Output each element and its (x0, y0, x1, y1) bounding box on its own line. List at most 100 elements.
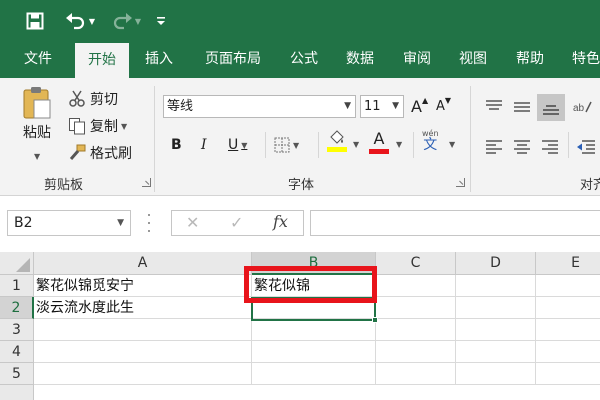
grow-font-button[interactable]: A ▲ (411, 95, 428, 118)
column-header-e[interactable]: E (536, 252, 600, 275)
align-middle-icon (514, 102, 530, 112)
cell-d1[interactable] (456, 275, 536, 297)
cell-d4[interactable] (456, 341, 536, 363)
tab-help[interactable]: 帮助 (506, 40, 554, 78)
cell-c3[interactable] (376, 319, 456, 341)
font-name-value: 等线 (167, 99, 194, 114)
cell-a4[interactable] (34, 341, 252, 363)
align-center-icon (514, 140, 530, 154)
format-painter-button[interactable]: 格式刷 (68, 142, 132, 164)
column-header-a[interactable]: A (34, 252, 252, 275)
paste-button[interactable]: 粘贴 (14, 86, 60, 146)
highlight-box (244, 266, 377, 303)
phonetic-guide-button[interactable]: wén 文 (422, 130, 439, 160)
row-header-2[interactable]: 2 (0, 297, 34, 319)
borders-button[interactable]: ▼ (274, 134, 299, 156)
align-center-button[interactable] (513, 136, 531, 158)
font-color-bar (369, 149, 389, 154)
align-middle-button[interactable] (513, 96, 531, 118)
cell-b4[interactable] (252, 341, 376, 363)
font-launcher-icon[interactable] (456, 178, 465, 187)
tab-file[interactable]: 文件 (12, 40, 64, 78)
font-size-select[interactable]: 11 ▼ (360, 95, 404, 118)
cell-c2[interactable] (376, 297, 456, 319)
save-button[interactable] (24, 10, 46, 32)
align-left-button[interactable] (485, 136, 503, 158)
copy-button[interactable]: 复制 ▼ (68, 115, 127, 137)
customize-qat-button[interactable] (154, 10, 168, 32)
cell-e1[interactable] (536, 275, 600, 297)
shrink-font-button[interactable]: A ▼ (436, 95, 451, 118)
clipboard-launcher-icon[interactable] (142, 178, 151, 187)
align-right-button[interactable] (541, 136, 559, 158)
worksheet-grid: A B C D E 1 2 3 4 5 繁花似锦觅安宁 繁花似锦 淡云流水度此生 (0, 252, 600, 400)
bold-button[interactable]: B (171, 134, 182, 156)
row-header-3[interactable]: 3 (0, 319, 34, 341)
copy-icon (69, 118, 85, 135)
font-color-button[interactable]: A (369, 130, 389, 158)
chevron-down-icon: ▼ (241, 140, 248, 150)
cell-e2[interactable] (536, 297, 600, 319)
column-header-c[interactable]: C (376, 252, 456, 275)
row-header-5[interactable]: 5 (0, 363, 34, 385)
cell-d2[interactable] (456, 297, 536, 319)
align-top-button[interactable] (485, 96, 503, 118)
enter-icon[interactable]: ✓ (230, 213, 243, 232)
align-bottom-button[interactable] (537, 94, 565, 121)
tab-data[interactable]: 数据 (336, 40, 384, 78)
svg-text:ab: ab (573, 103, 585, 114)
tab-insert[interactable]: 插入 (135, 40, 183, 78)
italic-button[interactable]: I (201, 134, 207, 156)
cell-e4[interactable] (536, 341, 600, 363)
underline-button[interactable]: U ▼ (228, 134, 247, 156)
undo-button[interactable]: ▼ (62, 10, 98, 32)
fill-color-button[interactable] (327, 130, 347, 158)
title-bar: ▼ ▼ (0, 0, 600, 40)
cell-c1[interactable] (376, 275, 456, 297)
cell-a2[interactable]: 淡云流水度此生 (34, 297, 252, 319)
tab-view[interactable]: 视图 (449, 40, 497, 78)
font-name-select[interactable]: 等线 ▼ (163, 95, 356, 118)
insert-function-icon[interactable]: fx (273, 212, 288, 231)
cut-button[interactable]: 剪切 (68, 88, 118, 110)
align-bottom-icon (543, 104, 559, 115)
row-header-1[interactable]: 1 (0, 275, 34, 297)
select-all-corner[interactable] (0, 252, 34, 275)
cell-a5[interactable] (34, 363, 252, 385)
orientation-button[interactable]: ab (572, 96, 592, 118)
cell-a1[interactable]: 繁花似锦觅安宁 (34, 275, 252, 297)
cell-e3[interactable] (536, 319, 600, 341)
row-header-4[interactable]: 4 (0, 341, 34, 363)
cell-c4[interactable] (376, 341, 456, 363)
tab-page-layout[interactable]: 页面布局 (192, 40, 274, 78)
clipboard-group-label: 剪贴板 (44, 178, 84, 193)
align-top-icon (486, 100, 502, 110)
formula-input[interactable] (310, 210, 600, 236)
group-divider (154, 86, 155, 192)
column-header-d[interactable]: D (456, 252, 536, 275)
tab-formulas[interactable]: 公式 (280, 40, 328, 78)
alignment-group-label: 对齐 (580, 178, 600, 193)
tab-home[interactable]: 开始 (75, 43, 129, 78)
name-box[interactable]: B2 ▼ (7, 210, 131, 236)
clipboard-icon (23, 87, 51, 119)
tab-review[interactable]: 审阅 (393, 40, 441, 78)
cell-e5[interactable] (536, 363, 600, 385)
decrease-indent-button[interactable] (576, 136, 596, 158)
copy-label: 复制 (90, 119, 118, 135)
row-header-6[interactable] (0, 385, 34, 400)
divider (265, 132, 266, 158)
cancel-icon[interactable]: ✕ (186, 213, 199, 232)
tab-special[interactable]: 特色 (562, 40, 600, 78)
underline-icon: U (228, 137, 239, 153)
group-divider (470, 86, 471, 192)
fill-handle[interactable] (372, 317, 378, 323)
redo-button[interactable]: ▼ (108, 10, 144, 32)
cell-d3[interactable] (456, 319, 536, 341)
cell-c5[interactable] (376, 363, 456, 385)
formula-bar-splitter[interactable] (148, 214, 152, 232)
cell-d5[interactable] (456, 363, 536, 385)
cell-a3[interactable] (34, 319, 252, 341)
cell-b3[interactable] (252, 319, 376, 341)
cell-b5[interactable] (252, 363, 376, 385)
